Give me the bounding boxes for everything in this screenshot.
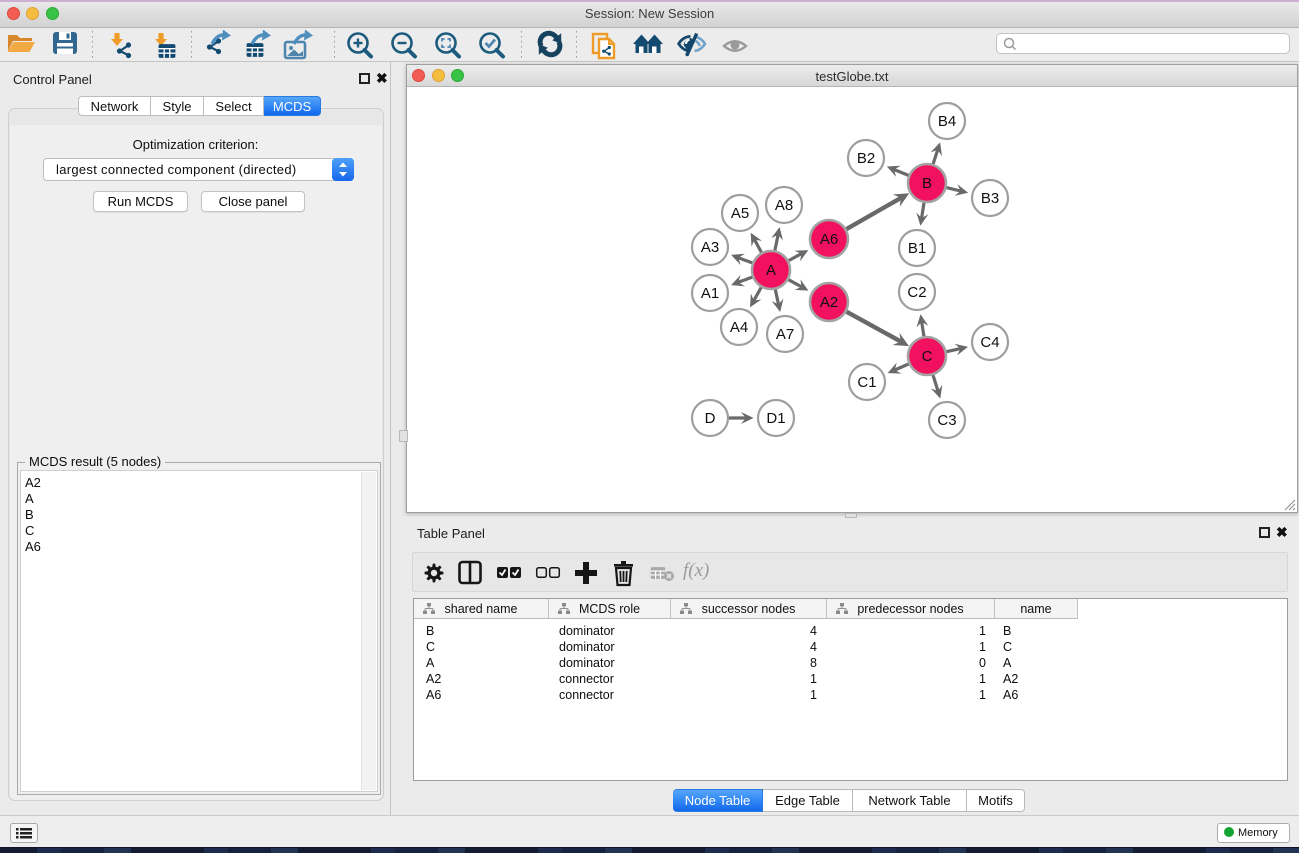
svg-text:A5: A5 xyxy=(731,205,749,222)
svg-text:A3: A3 xyxy=(701,239,719,256)
svg-text:C: C xyxy=(922,348,933,365)
svg-text:A1: A1 xyxy=(701,285,719,302)
svg-text:B2: B2 xyxy=(857,150,875,167)
svg-text:B3: B3 xyxy=(981,190,999,207)
svg-text:A8: A8 xyxy=(775,197,793,214)
svg-text:A7: A7 xyxy=(776,326,794,343)
svg-text:B: B xyxy=(922,175,932,192)
svg-text:A6: A6 xyxy=(820,231,838,248)
svg-text:D: D xyxy=(705,410,716,427)
svg-text:A: A xyxy=(766,262,776,279)
svg-text:C4: C4 xyxy=(980,334,999,351)
svg-text:C3: C3 xyxy=(937,412,956,429)
svg-text:C1: C1 xyxy=(857,374,876,391)
svg-text:B1: B1 xyxy=(908,240,926,257)
svg-text:C2: C2 xyxy=(907,284,926,301)
svg-text:A4: A4 xyxy=(730,319,748,336)
svg-text:A2: A2 xyxy=(820,294,838,311)
svg-text:D1: D1 xyxy=(766,410,785,427)
svg-text:B4: B4 xyxy=(938,113,956,130)
